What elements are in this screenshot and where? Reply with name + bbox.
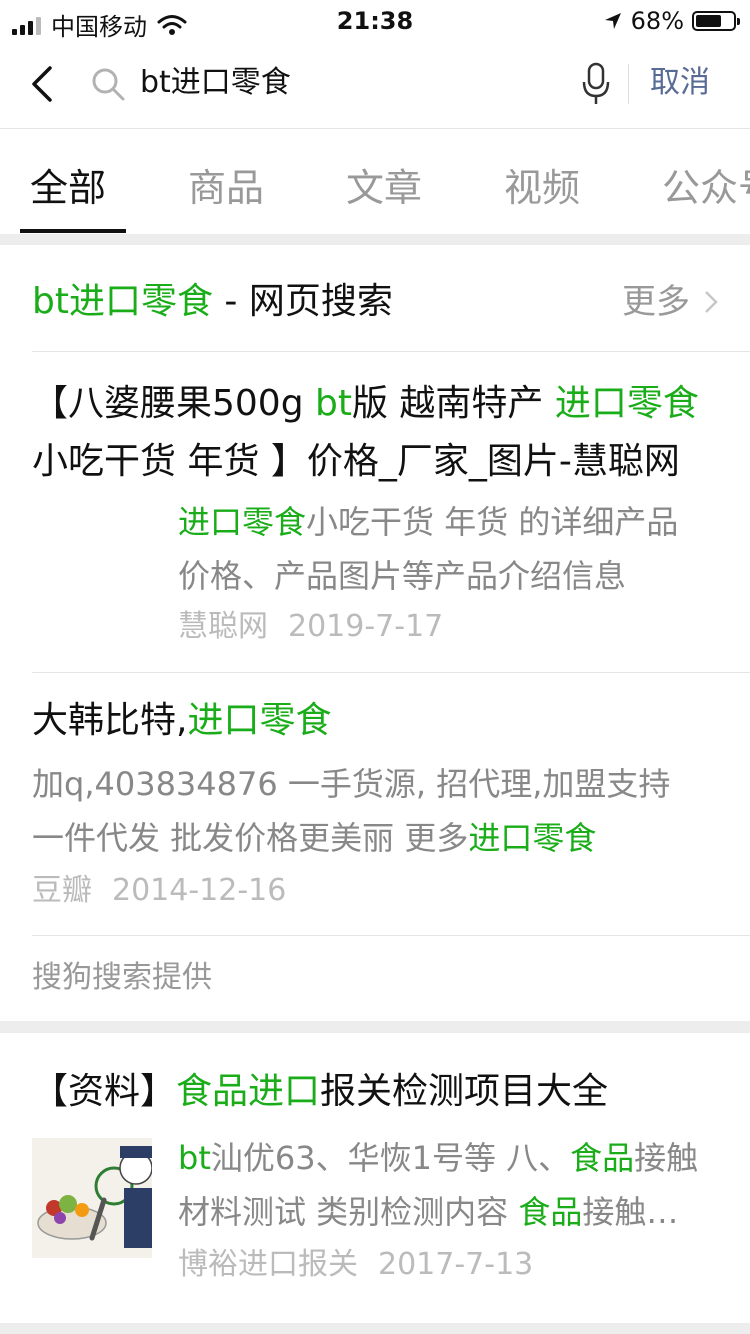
chevron-right-icon	[705, 291, 718, 313]
result-description: 进口零食小吃干货 年货 的详细产品价格、产品图片等产品介绍信息	[178, 495, 708, 603]
text-segment: 【资料】	[32, 1071, 177, 1112]
result-meta: 慧聪网 2019-7-17	[178, 605, 443, 649]
highlighted-keyword: 进口零食	[187, 700, 332, 741]
search-input[interactable]: bt进口零食	[140, 60, 291, 106]
result-source: 豆瓣	[32, 873, 92, 908]
highlighted-keyword: 进口零食	[554, 383, 699, 424]
divider	[32, 672, 750, 673]
back-arrow-icon[interactable]	[26, 64, 62, 104]
highlighted-keyword: 食品进口	[176, 1071, 321, 1112]
tab-products[interactable]: 商品	[188, 157, 264, 212]
divider	[32, 935, 750, 936]
result-title[interactable]: 大韩比特,进口零食	[32, 692, 722, 750]
microphone-icon[interactable]	[580, 62, 612, 106]
result-meta: 豆瓣 2014-12-16	[32, 869, 286, 913]
cancel-button[interactable]: 取消	[650, 60, 710, 106]
result-title[interactable]: 【八婆腰果500g bt版 越南特产 进口零食小吃干货 年货 】价格_厂家_图片…	[32, 375, 722, 491]
text-segment: 报关检测项目大全	[320, 1071, 609, 1112]
highlighted-keyword: 食品	[518, 1193, 583, 1231]
result-description: 加q,403834876 一手货源, 招代理,加盟支持一件代发 批发价格更美丽 …	[32, 757, 700, 865]
tab-articles[interactable]: 文章	[346, 157, 422, 212]
section-suffix: - 网页搜索	[212, 281, 393, 322]
text-segment: 大韩比特,	[32, 700, 188, 741]
location-arrow-icon	[604, 13, 621, 29]
status-bar: 中国移动 21:38 68%	[0, 0, 750, 41]
highlighted-keyword: 进口零食	[178, 503, 307, 541]
section-keyword: bt进口零食	[32, 281, 213, 322]
status-right: 68%	[603, 7, 740, 35]
text-segment: 汕优63、华恢1号等 八、	[210, 1139, 571, 1177]
tab-official-accounts[interactable]: 公众号	[662, 157, 750, 212]
result-date: 2014-12-16	[112, 873, 287, 908]
article-title[interactable]: 【资料】食品进口报关检测项目大全	[32, 1063, 722, 1121]
article-card[interactable]: 【资料】食品进口报关检测项目大全 bt汕优63、华恢1号等 八、食品接触材料测试…	[0, 1033, 750, 1323]
web-search-card: bt进口零食 - 网页搜索 更多 【八婆腰果500g bt版 越南特产 进口零食…	[0, 245, 750, 1021]
section-title[interactable]: bt进口零食 - 网页搜索	[32, 277, 393, 327]
more-link[interactable]: 更多	[622, 279, 718, 325]
highlighted-keyword: 进口零食	[468, 819, 597, 857]
highlighted-keyword: bt	[315, 383, 352, 424]
article-source: 博裕进口报关	[178, 1247, 358, 1282]
highlighted-keyword: bt	[178, 1139, 211, 1177]
highlighted-keyword: 食品	[570, 1139, 635, 1177]
article-meta: 博裕进口报关 2017-7-13	[178, 1243, 533, 1287]
active-tab-indicator	[20, 229, 126, 233]
article-description: bt汕优63、华恢1号等 八、食品接触材料测试 类别检测内容 食品接触材料测试	[178, 1131, 708, 1239]
text-segment: 【八婆腰果500g	[32, 383, 316, 424]
text-segment: 版 越南特产	[351, 383, 555, 424]
article-thumbnail	[32, 1138, 152, 1258]
search-header: bt进口零食 取消	[0, 40, 750, 129]
battery-icon	[692, 11, 740, 31]
category-tabs: 全部 商品 文章 视频 公众号	[0, 129, 750, 234]
battery-percent: 68%	[630, 7, 684, 35]
provider-note: 搜狗搜索提供	[32, 960, 212, 995]
result-date: 2019-7-17	[288, 609, 444, 644]
header-divider	[628, 64, 629, 104]
search-icon	[92, 68, 125, 101]
result-source: 慧聪网	[178, 609, 268, 644]
tab-videos[interactable]: 视频	[504, 157, 580, 212]
text-segment: 小吃干货 年货 】价格_厂家_图片-慧聪网	[32, 441, 680, 482]
tab-all[interactable]: 全部	[30, 157, 106, 212]
more-label: 更多	[622, 282, 690, 322]
article-date: 2017-7-13	[378, 1247, 534, 1282]
divider	[32, 351, 750, 352]
